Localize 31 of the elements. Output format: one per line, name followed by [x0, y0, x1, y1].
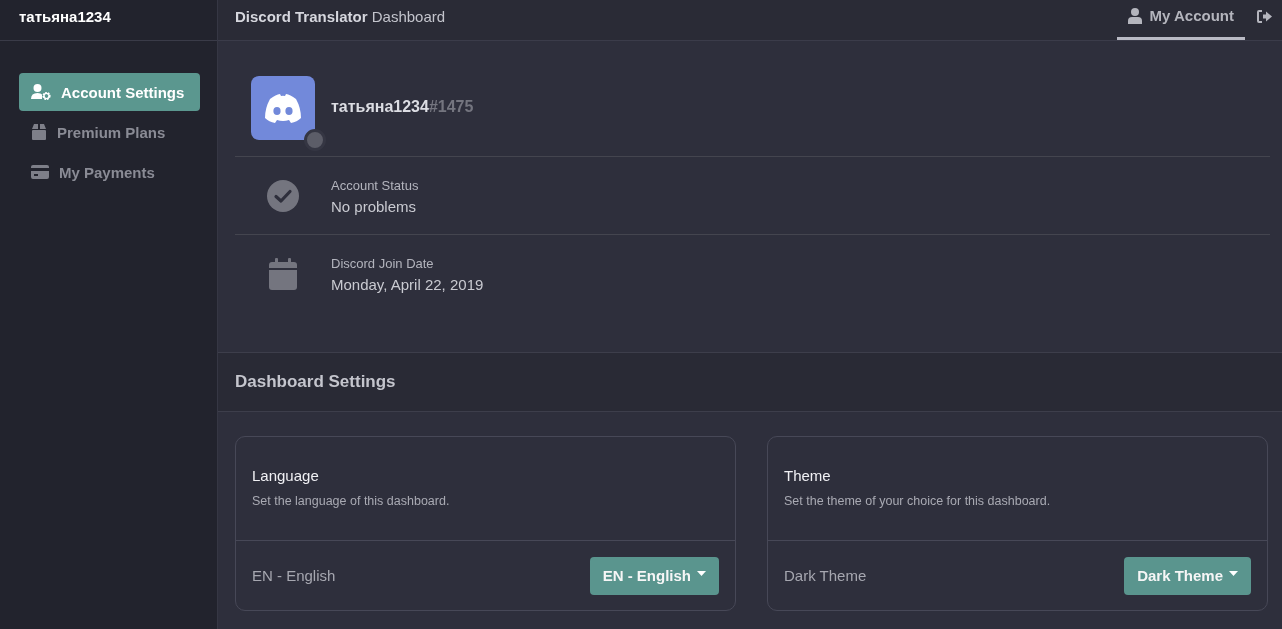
credit-card-icon [31, 165, 49, 179]
card-title: Theme [784, 467, 832, 484]
sidebar-item[interactable]: My Payments [19, 153, 200, 191]
user-icon [1127, 7, 1142, 24]
current-setting-text: EN - English [252, 567, 336, 584]
detail-value: Monday, April 22, 2019 [331, 275, 484, 293]
section-title: Dashboard Settings [235, 372, 396, 392]
caret-icon [697, 571, 706, 576]
dropdown-button[interactable]: Dark Theme [1124, 556, 1251, 595]
card-description: Set the theme of your choice for this dashboard. [784, 494, 1052, 508]
sidebar-item[interactable]: Account Settings [19, 73, 200, 111]
sidebar-item[interactable]: Premium Plans [19, 113, 200, 151]
brand-name: татьяна1234 [19, 7, 111, 25]
logout-icon[interactable] [1257, 9, 1272, 23]
avatar-icon [251, 76, 315, 140]
caret-icon [1229, 571, 1238, 576]
card-title: Language [252, 467, 320, 484]
calendar-icon [269, 258, 297, 290]
page-title: Discord Translator Dashboard [235, 7, 446, 25]
account-tab[interactable]: My Account [1116, 0, 1245, 40]
check-circle-icon [267, 180, 299, 212]
status-dot-icon [304, 129, 326, 151]
detail-value: No problems [331, 197, 418, 215]
username: татьяна1234#1475 [331, 98, 474, 116]
card-description: Set the language of this dashboard. [252, 494, 451, 508]
user-gear-icon [31, 84, 51, 100]
detail-label: Account Status [331, 177, 419, 193]
dropdown-button[interactable]: EN - English [589, 556, 719, 595]
box-icon [31, 124, 47, 140]
current-setting-text: Dark Theme [784, 567, 867, 584]
detail-label: Discord Join Date [331, 255, 435, 271]
